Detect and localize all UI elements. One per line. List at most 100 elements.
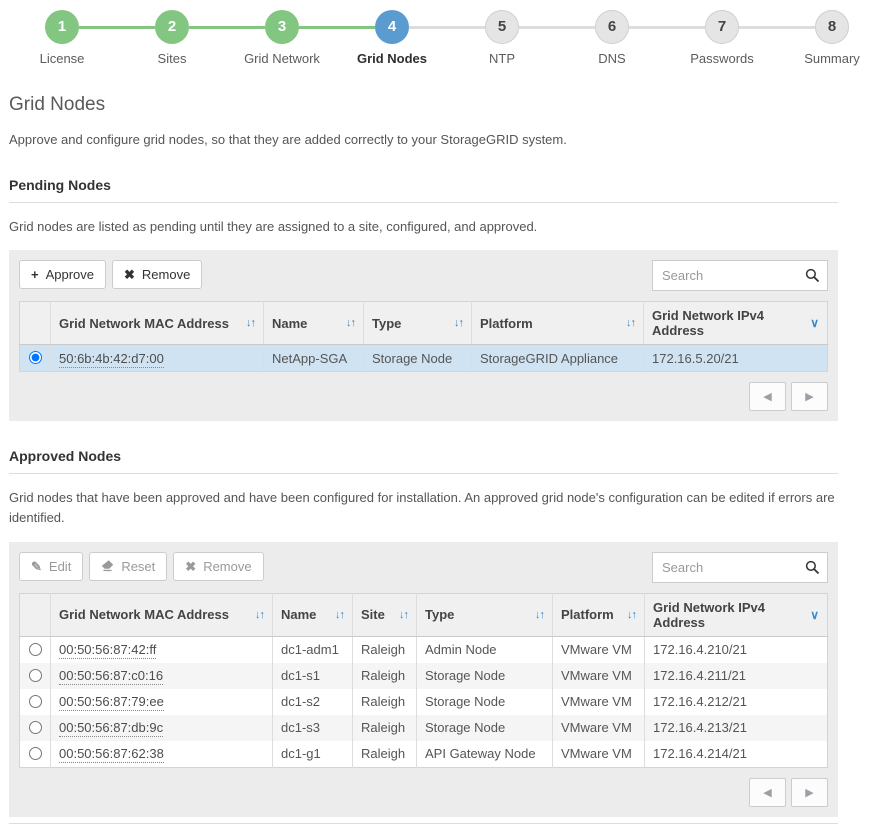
- remove-button[interactable]: ✖ Remove: [112, 260, 203, 290]
- stepper-step[interactable]: 1 License: [7, 10, 155, 66]
- pagination: ◀ ▶: [19, 777, 828, 807]
- table-cell: VMware VM: [552, 662, 645, 689]
- stepper-step[interactable]: 6 DNS: [557, 10, 705, 66]
- column-header[interactable]: Grid Network IPv4 Address ∨: [643, 301, 828, 346]
- approve-button[interactable]: + Approve: [19, 260, 107, 290]
- column-header[interactable]: Grid Network MAC Address ↓↑: [50, 301, 264, 346]
- chevron-down-icon: ∨: [810, 316, 819, 331]
- table-cell: API Gateway Node: [416, 740, 553, 768]
- table-row: 00:50:56:87:62:38 dc1-g1 Raleigh API Gatewa…: [19, 740, 828, 768]
- column-header[interactable]: Grid Network IPv4 Address ∨: [644, 593, 828, 637]
- plus-icon: +: [31, 267, 39, 283]
- step-label: Passwords: [690, 51, 754, 66]
- pending-buttons: + Approve ✖ Remove: [19, 260, 203, 290]
- column-header[interactable]: Site ↓↑: [352, 593, 417, 637]
- cell-mac-address: 50:6b:4b:42:d7:00: [50, 344, 264, 372]
- pending-nodes-heading: Pending Nodes: [9, 177, 838, 204]
- cell-mac-address: 00:50:56:87:db:9c: [50, 714, 273, 741]
- approved-pager-slot: ◀ ▶: [19, 777, 828, 807]
- remove-icon: ✖: [124, 267, 135, 283]
- table-cell: VMware VM: [552, 714, 645, 741]
- search-box: [652, 551, 828, 583]
- step-number-badge: 7: [705, 10, 739, 44]
- table-cell: 172.16.4.211/21: [644, 662, 828, 689]
- stepper-step[interactable]: 4 Grid Nodes: [337, 10, 485, 66]
- table-cell: 172.16.4.212/21: [653, 694, 747, 710]
- row-select-radio[interactable]: [28, 668, 42, 682]
- step-number-badge: 4: [375, 10, 409, 44]
- table-cell: dc1-adm1: [272, 636, 353, 663]
- table-cell: Storage Node: [363, 344, 472, 372]
- stepper-step[interactable]: 7 Passwords: [667, 10, 815, 66]
- pending-nodes-description: Grid nodes are listed as pending until t…: [9, 219, 538, 235]
- search-input[interactable]: [652, 551, 828, 583]
- chevron-right-icon[interactable]: ▶: [791, 382, 828, 412]
- radio-column-header: [19, 301, 51, 346]
- chevron-right-icon[interactable]: ▶: [791, 777, 828, 807]
- column-header-label: Name: [272, 315, 308, 331]
- pending-search-slot: [652, 260, 828, 292]
- approved-nodes-panel: ✎ Edit Reset ✖ Remove Search Grid Networ…: [9, 541, 838, 817]
- row-select-radio[interactable]: [28, 720, 42, 734]
- column-header[interactable]: Platform ↓↑: [471, 301, 644, 346]
- step-label: NTP: [489, 51, 515, 66]
- approved-buttons: ✎ Edit Reset ✖ Remove: [19, 551, 264, 581]
- search-icon[interactable]: [805, 560, 820, 578]
- mac-address-text: 00:50:56:87:62:38: [59, 746, 164, 764]
- column-header[interactable]: Type ↓↑: [363, 301, 472, 346]
- chevron-left-icon[interactable]: ◀: [749, 777, 786, 807]
- stepper-step[interactable]: 3 Grid Network: [227, 10, 375, 66]
- bottom-divider: [9, 822, 838, 824]
- cell-mac-address: 00:50:56:87:42:ff: [50, 636, 273, 663]
- table-cell: Storage Node: [416, 714, 553, 741]
- column-header[interactable]: Type ↓↑: [416, 593, 553, 637]
- chevron-down-icon: ∨: [810, 607, 819, 622]
- table-cell: 172.16.4.214/21: [653, 746, 747, 762]
- step-label: DNS: [598, 51, 626, 66]
- chevron-left-icon[interactable]: ◀: [749, 382, 786, 412]
- column-header[interactable]: Name ↓↑: [263, 301, 364, 346]
- table-cell: StorageGRID Appliance: [471, 344, 644, 372]
- column-header-label: Type: [425, 607, 455, 623]
- column-header-label: Grid Network MAC Address: [59, 607, 229, 623]
- row-radio-cell: [19, 344, 51, 372]
- search-input[interactable]: [652, 260, 828, 292]
- row-radio-cell: [19, 662, 51, 689]
- table-row: 00:50:56:87:c0:16 dc1-s1 Raleigh Storage No…: [19, 662, 828, 689]
- sort-icon: ↓↑: [627, 608, 637, 621]
- search-icon[interactable]: [805, 268, 820, 286]
- column-header-label: Platform: [480, 315, 533, 331]
- step-number-badge: 5: [485, 10, 519, 44]
- mac-address-text: 00:50:56:87:42:ff: [59, 642, 157, 660]
- sort-icon: ↓↑: [399, 608, 409, 621]
- row-select-radio[interactable]: [28, 694, 42, 708]
- sort-icon: ↓↑: [535, 608, 545, 621]
- stepper-step[interactable]: 8 Summary: [777, 10, 870, 66]
- stepper-step[interactable]: 2 Sites: [117, 10, 265, 66]
- row-select-radio[interactable]: [28, 642, 42, 656]
- column-header-label: Platform: [561, 607, 614, 623]
- table-cell: Raleigh: [352, 740, 417, 768]
- table-cell: Storage Node: [416, 688, 553, 715]
- step-label: Grid Network: [244, 51, 320, 66]
- step-label: Summary: [804, 51, 860, 66]
- row-select-radio[interactable]: [28, 351, 42, 365]
- column-header[interactable]: Grid Network MAC Address ↓↑: [50, 593, 273, 637]
- stepper-step[interactable]: 5 NTP: [447, 10, 595, 66]
- column-header-label: Site: [361, 607, 385, 623]
- main-content: Grid Nodes Approve and configure grid no…: [0, 94, 870, 824]
- sort-icon: ↓↑: [454, 317, 464, 330]
- step-number-badge: 6: [595, 10, 629, 44]
- table-cell: Storage Node: [416, 662, 553, 689]
- approved-search-slot: [652, 551, 828, 583]
- table-cell: dc1-g1: [272, 740, 353, 768]
- row-radio-cell: [19, 688, 51, 715]
- sort-icon: ↓↑: [255, 608, 265, 621]
- column-header[interactable]: Platform ↓↑: [552, 593, 645, 637]
- row-select-radio[interactable]: [28, 746, 42, 760]
- table-row: 00:50:56:87:db:9c dc1-s3 Raleigh Storage No…: [19, 714, 828, 741]
- radio-column-header: [19, 593, 51, 637]
- table-cell: VMware VM: [552, 636, 645, 663]
- mac-address-text: 00:50:56:87:79:ee: [59, 694, 164, 712]
- column-header[interactable]: Name ↓↑: [272, 593, 353, 637]
